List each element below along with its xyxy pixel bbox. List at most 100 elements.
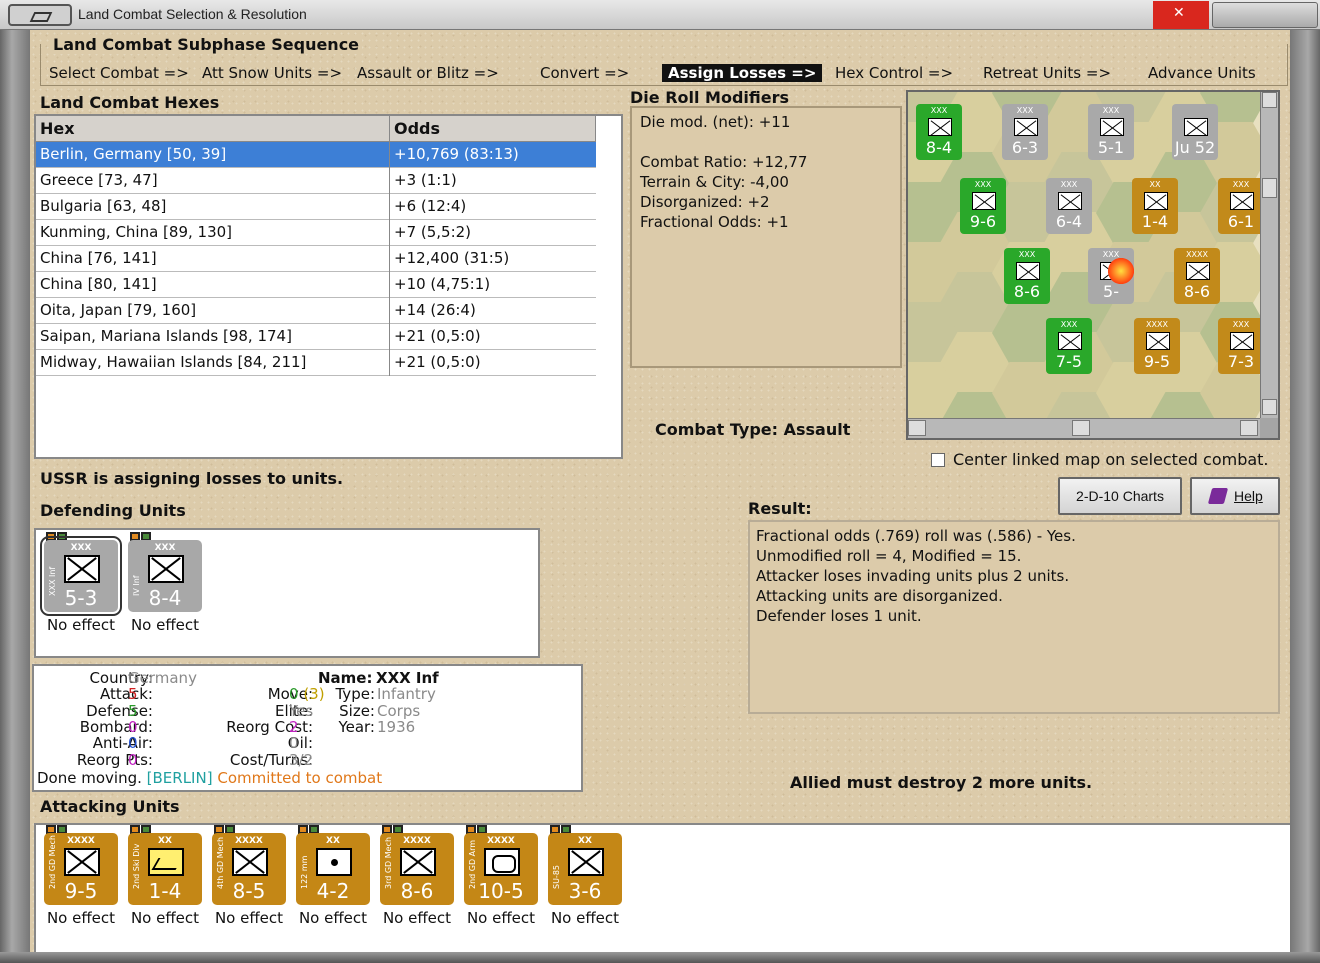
unit-chit[interactable]: XXX XXX Inf 5-3 xyxy=(40,536,122,616)
unit-type-icon xyxy=(1184,118,1208,136)
hex-row[interactable]: Saipan, Mariana Islands [98, 174] +21 (0,… xyxy=(36,324,596,350)
unit-counter[interactable]: XXX XXX Inf 5-3 No effect xyxy=(40,532,122,634)
unit-counter[interactable]: XXXX 2nd GD Mech 9-5 No effect xyxy=(44,825,118,927)
window-controls-icon[interactable] xyxy=(1212,2,1318,28)
modifier-disorganized: Disorganized: +2 xyxy=(640,193,770,211)
unit-size: XXX xyxy=(70,543,92,553)
map-unit-counter[interactable]: XXX 6-4 xyxy=(1046,178,1092,234)
map-unit-strength: 8-6 xyxy=(1013,282,1041,301)
help-button[interactable]: Help xyxy=(1190,477,1280,515)
hex-row[interactable]: Greece [73, 47] +3 (1:1) xyxy=(36,168,596,194)
hex-row[interactable]: China [76, 141] +12,400 (31:5) xyxy=(36,246,596,272)
unit-chit[interactable]: XXXX 2nd GD Mech 9-5 xyxy=(44,833,118,905)
map-unit-size: XXX xyxy=(974,180,992,189)
scroll-up-icon[interactable] xyxy=(1262,92,1277,108)
unit-type-icon xyxy=(1230,332,1254,350)
map-unit-strength: 6-4 xyxy=(1055,212,1083,231)
unit-effect: No effect xyxy=(214,909,284,927)
map-unit-counter[interactable]: XXX 8-4 xyxy=(916,104,962,160)
map-view[interactable]: XXX 8-4 XXX 6-3 XXX 5-1 Ju 52 XXX 9-6 XXX 6-4 XX 1-4… xyxy=(908,92,1260,418)
unit-chit[interactable]: XX 2nd Ski Div 1-4 xyxy=(128,833,202,905)
unit-counter[interactable]: XX 122 mm 4-2 No effect xyxy=(296,825,370,927)
scroll-left-icon[interactable] xyxy=(908,420,926,436)
map-unit-counter[interactable]: XXX 8-6 xyxy=(1004,248,1050,304)
hex-row[interactable]: Oita, Japan [79, 160] +14 (26:4) xyxy=(36,298,596,324)
hex-cell: Kunming, China [89, 130] xyxy=(36,220,390,246)
unit-chit[interactable]: XXXX 4th GD Mech 8-5 xyxy=(212,833,286,905)
seq-step-assault-blitz: Assault or Blitz => xyxy=(357,64,499,82)
map-unit-size: XXX xyxy=(930,106,948,115)
map-unit-counter[interactable]: XXX 9-6 xyxy=(960,178,1006,234)
unit-counter[interactable]: XXXX 4th GD Mech 8-5 No effect xyxy=(212,825,286,927)
result-title: Result: xyxy=(748,499,812,518)
unit-counter[interactable]: XXXX 3rd GD Mech 8-6 No effect xyxy=(380,825,454,927)
map-unit-strength: 9-6 xyxy=(969,212,997,231)
hex-cell: Saipan, Mariana Islands [98, 174] xyxy=(36,324,390,350)
unit-type-icon xyxy=(232,848,268,876)
help-label: Help xyxy=(1234,488,1263,504)
unit-type-icon xyxy=(148,848,184,876)
unit-chit[interactable]: XX 122 mm 4-2 xyxy=(296,833,370,905)
unit-chit[interactable]: XXX IV Inf 8-4 xyxy=(128,540,202,612)
result-line: Attacker loses invading units plus 2 uni… xyxy=(756,567,1070,585)
vertical-scroll-thumb[interactable] xyxy=(1262,178,1277,198)
map-unit-counter[interactable]: XXXX 9-5 xyxy=(1134,318,1180,374)
hex-row[interactable]: Midway, Hawaiian Islands [84, 211] +21 (0… xyxy=(36,350,596,376)
unit-effect: No effect xyxy=(466,909,536,927)
scroll-right-icon[interactable] xyxy=(1240,420,1258,436)
map-unit-strength: Ju 52 xyxy=(1174,138,1216,157)
unit-chit[interactable]: XXXX 2nd GD Arm 10-5 xyxy=(464,833,538,905)
center-map-checkbox[interactable] xyxy=(931,453,945,467)
unit-chit[interactable]: XX SU-85 3-6 xyxy=(548,833,622,905)
map-unit-counter[interactable]: XXXX 8-6 xyxy=(1174,248,1220,304)
map-unit-strength: 1-4 xyxy=(1141,212,1169,231)
window-menu-icon[interactable] xyxy=(8,4,72,26)
hex-row[interactable]: Bulgaria [63, 48] +6 (12:4) xyxy=(36,194,596,220)
horizontal-scroll-thumb[interactable] xyxy=(1072,420,1090,436)
unit-counter[interactable]: XX 2nd Ski Div 1-4 No effect xyxy=(128,825,202,927)
map-unit-strength: 7-3 xyxy=(1227,352,1255,371)
unit-type-icon xyxy=(1100,118,1124,136)
unit-type-icon xyxy=(1058,332,1082,350)
unit-chit[interactable]: XXXX 3rd GD Mech 8-6 xyxy=(380,833,454,905)
map-unit-counter[interactable]: Ju 52 xyxy=(1172,104,1218,160)
unit-strength: 8-5 xyxy=(232,879,266,903)
map-unit-counter[interactable]: XXX 6-1 xyxy=(1218,178,1260,234)
window-title: Land Combat Selection & Resolution xyxy=(78,6,307,22)
odds-cell: +21 (0,5:0) xyxy=(394,327,481,345)
unit-counter[interactable]: XXXX 2nd GD Arm 10-5 No effect xyxy=(464,825,538,927)
map-unit-counter[interactable]: XXX 6-3 xyxy=(1002,104,1048,160)
map-unit-size: XXX xyxy=(1232,180,1250,189)
map-vertical-scrollbar[interactable] xyxy=(1260,92,1278,418)
unit-counter[interactable]: XX SU-85 3-6 No effect xyxy=(548,825,622,927)
unit-counter[interactable]: XXX IV Inf 8-4 No effect xyxy=(128,532,202,634)
odds-column-header[interactable]: Odds xyxy=(390,116,596,142)
map-unit-counter[interactable]: XXX 5-1 xyxy=(1088,104,1134,160)
hex-row[interactable]: China [80, 141] +10 (4,75:1) xyxy=(36,272,596,298)
unit-info-box: Country: Germany Attack: 5 Defense: 5 Bo… xyxy=(32,664,583,792)
close-button[interactable] xyxy=(1153,1,1209,29)
hex-row[interactable]: Berlin, Germany [50, 39] +10,769 (83:13) xyxy=(36,142,596,168)
hex-column-header[interactable]: Hex xyxy=(36,116,390,142)
map-unit-counter[interactable]: XX 1-4 xyxy=(1132,178,1178,234)
window-frame-bottom xyxy=(0,952,1320,963)
map-unit-counter[interactable]: XXX 7-3 xyxy=(1218,318,1260,374)
charts-button[interactable]: 2-D-10 Charts xyxy=(1058,477,1182,515)
info-costturns-value: 3/2 xyxy=(289,751,314,769)
map-unit-strength: 8-6 xyxy=(1183,282,1211,301)
map-unit-strength: 5- xyxy=(1103,282,1119,301)
unit-type-icon xyxy=(972,192,996,210)
map-unit-size: XXX xyxy=(1060,180,1078,189)
unit-type-icon xyxy=(400,848,436,876)
hex-row[interactable]: Kunming, China [89, 130] +7 (5,5:2) xyxy=(36,220,596,246)
map-unit-size: XXXX xyxy=(1146,320,1168,329)
info-move-extra: (3) xyxy=(303,685,325,703)
unit-effect: No effect xyxy=(298,909,368,927)
map-unit-counter[interactable]: XXX 7-5 xyxy=(1046,318,1092,374)
map-horizontal-scrollbar[interactable] xyxy=(908,418,1260,438)
scroll-down-icon[interactable] xyxy=(1262,399,1277,415)
result-box: Fractional odds (.769) roll was (.586) -… xyxy=(748,520,1280,714)
unit-type-icon xyxy=(1186,262,1210,280)
linked-map[interactable]: XXX 8-4 XXX 6-3 XXX 5-1 Ju 52 XXX 9-6 XXX 6-4 XX 1-4… xyxy=(906,90,1280,440)
info-done-location: [BERLIN] xyxy=(146,769,213,787)
